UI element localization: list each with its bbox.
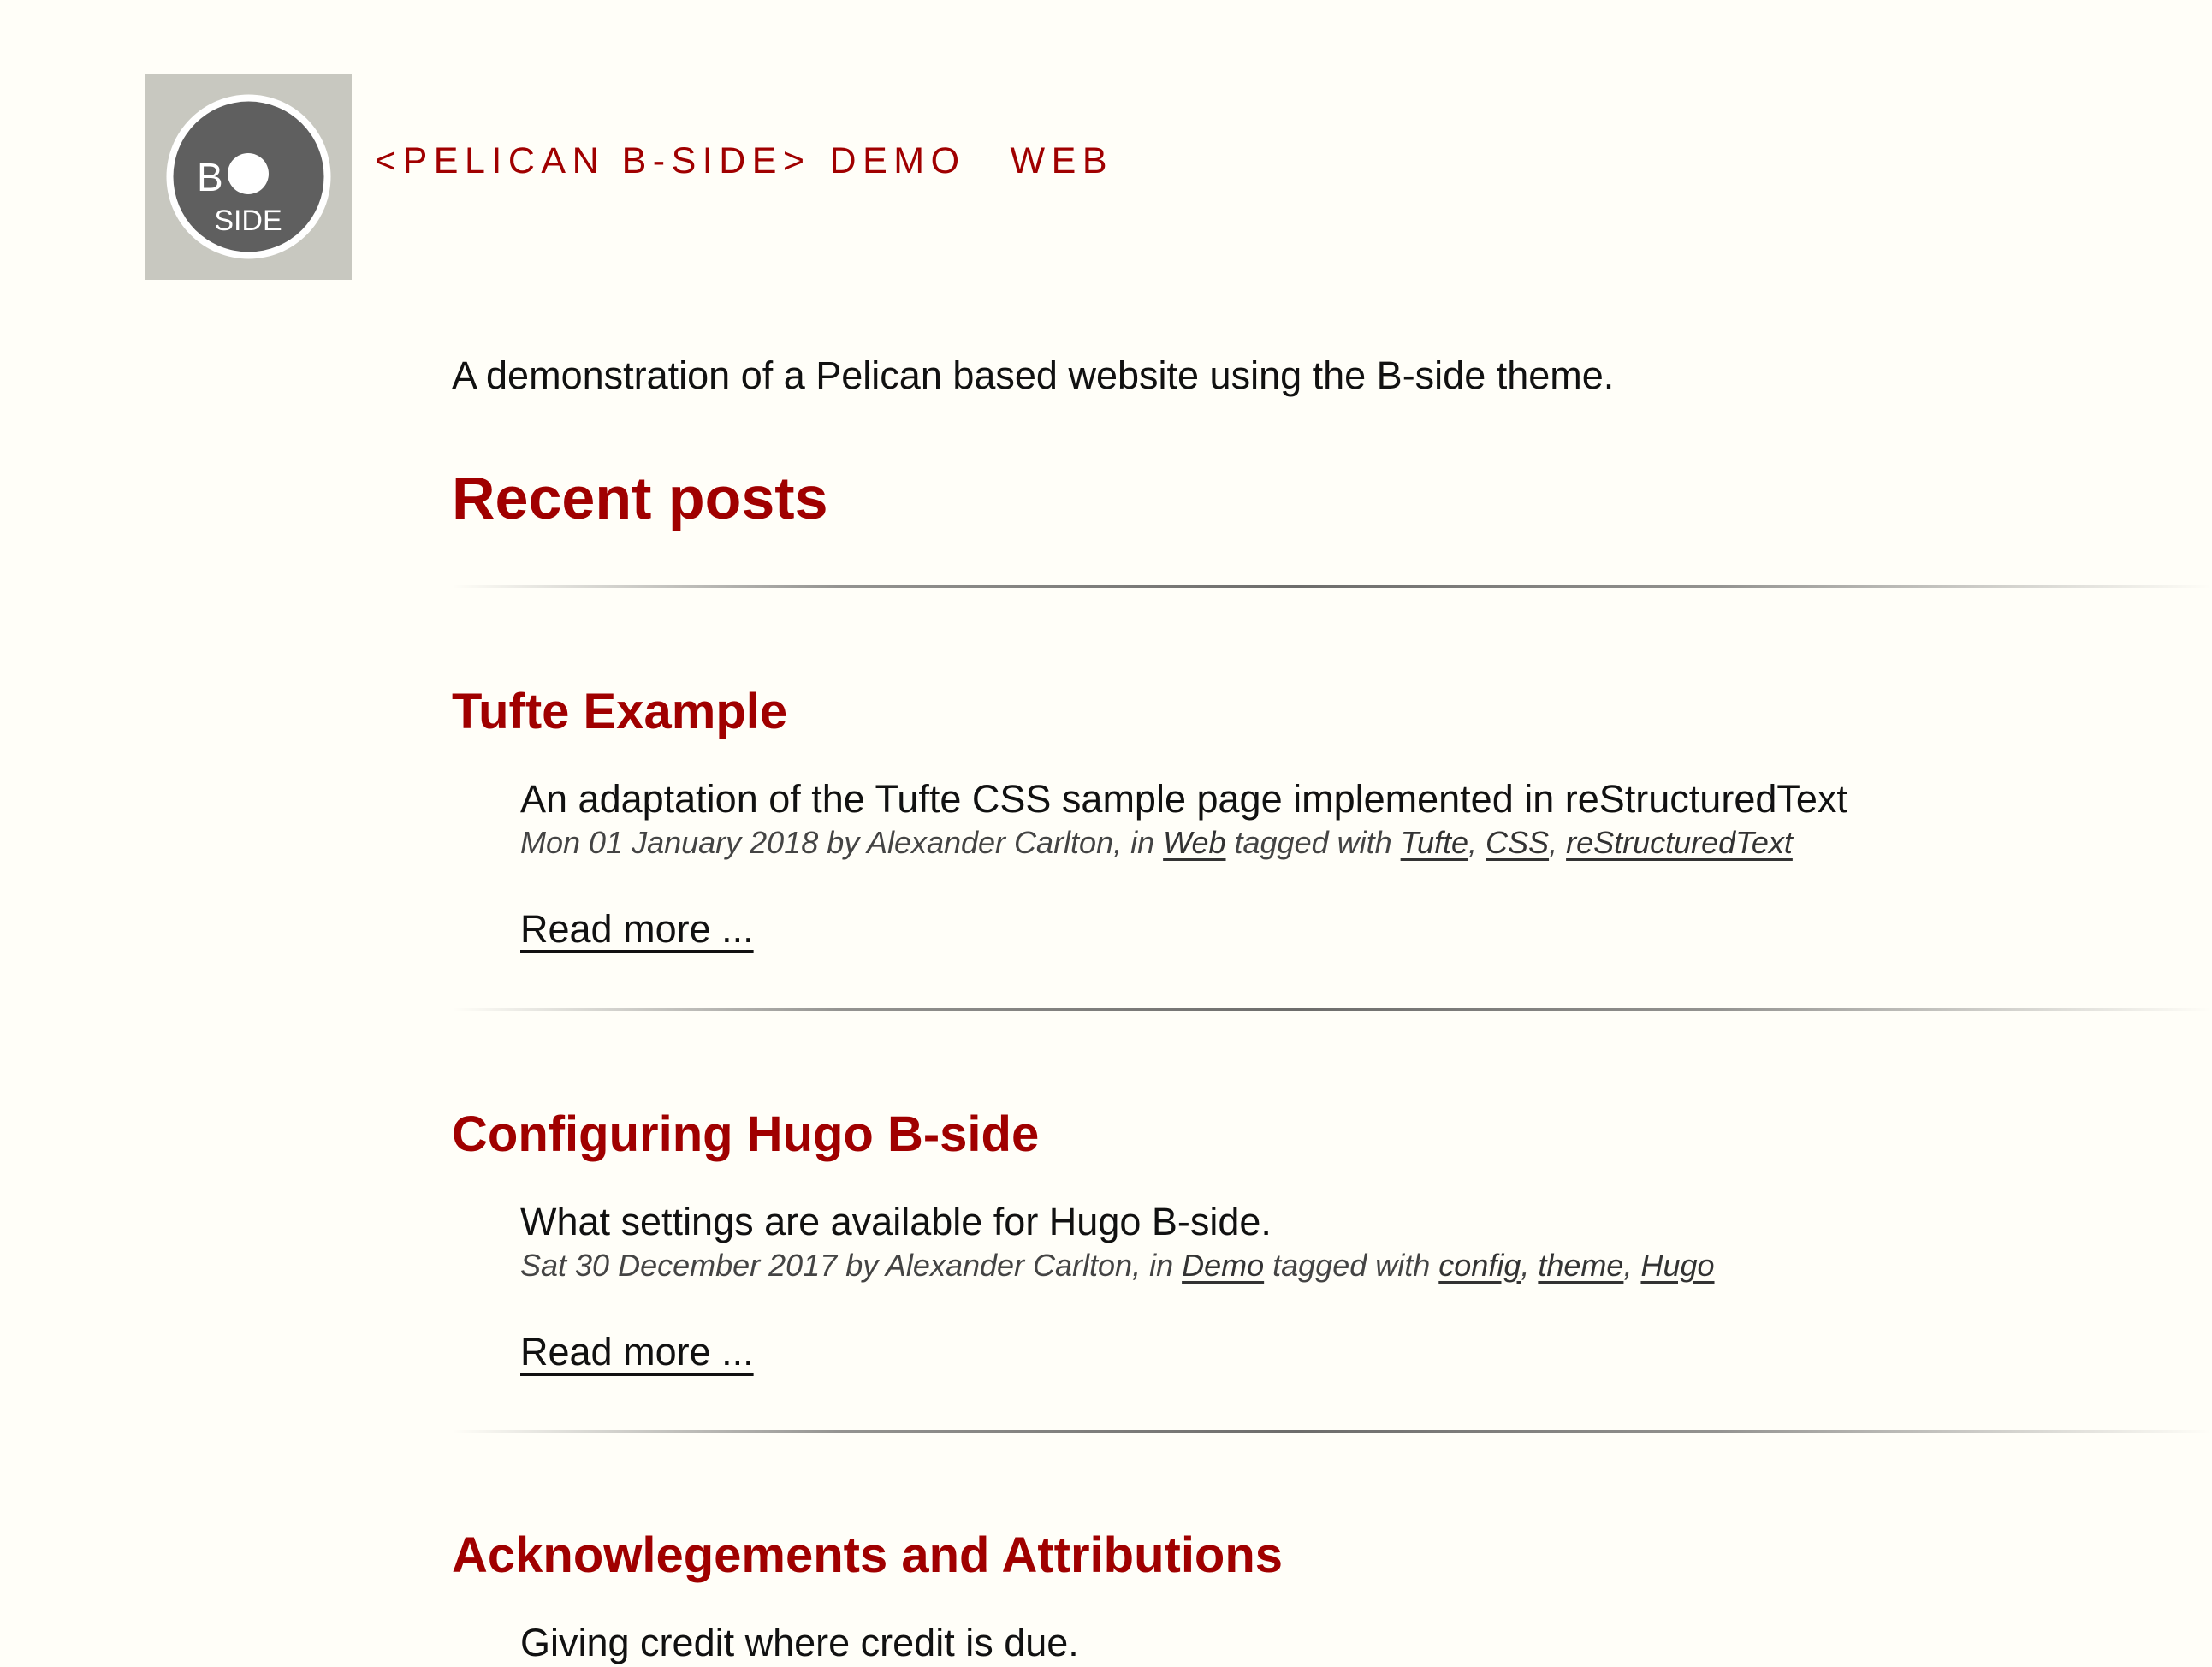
nav-item-demo[interactable]: DEMO: [830, 140, 966, 182]
post-title-link[interactable]: Acknowlegements and Attributions: [452, 1528, 1283, 1583]
site-logo[interactable]: B SIDE: [145, 74, 352, 280]
post-tag-link[interactable]: config: [1438, 1248, 1521, 1283]
post-tagged-text: tagged with: [1225, 825, 1401, 860]
nav-item-web[interactable]: WEB: [1011, 140, 1113, 182]
post-tag-link[interactable]: theme: [1538, 1248, 1623, 1283]
post-summary: Giving credit where credit is due.: [520, 1621, 1079, 1664]
post-item: Acknowlegements and Attributions Giving …: [452, 1523, 2163, 1667]
post-item: Configuring Hugo B-side What settings ar…: [452, 1102, 2163, 1376]
b-side-logo-icon: B SIDE: [166, 94, 331, 259]
post-title-link[interactable]: Configuring Hugo B-side: [452, 1106, 1039, 1162]
post-byline: by Alexander Carlton, in: [818, 825, 1164, 860]
post-summary: What settings are available for Hugo B-s…: [520, 1200, 1272, 1243]
post-meta: Mon 01 January 2018 by Alexander Carlton…: [520, 825, 1793, 860]
post-title: Configuring Hugo B-side: [452, 1102, 2163, 1167]
divider: [452, 1008, 2212, 1011]
divider: [452, 585, 2212, 588]
post-tag-link[interactable]: CSS: [1486, 825, 1549, 860]
post-date: Sat 30 December 2017: [520, 1248, 838, 1283]
logo-word: SIDE: [214, 205, 282, 237]
post-tag-link[interactable]: Tufte: [1401, 825, 1468, 860]
post-body: Giving credit where credit is due.: [520, 1619, 2163, 1667]
post-tagged-text: tagged with: [1264, 1248, 1439, 1283]
post-meta: Sat 30 December 2017 by Alexander Carlto…: [520, 1248, 1715, 1283]
nav-brand-link[interactable]: <PELICAN B-SIDE>: [375, 140, 811, 182]
site-tagline: A demonstration of a Pelican based websi…: [452, 353, 1615, 397]
read-more-link[interactable]: Read more ...: [520, 905, 754, 953]
post-item: Tufte Example An adaptation of the Tufte…: [452, 679, 2163, 953]
site-nav: <PELICAN B-SIDE> DEMO WEB: [375, 137, 1113, 185]
post-title-link[interactable]: Tufte Example: [452, 684, 787, 739]
read-more-link[interactable]: Read more ...: [520, 1328, 754, 1376]
post-category-link[interactable]: Web: [1163, 825, 1225, 860]
post-tag-link[interactable]: reStructuredText: [1566, 825, 1793, 860]
post-body: What settings are available for Hugo B-s…: [520, 1198, 2163, 1376]
post-category-link[interactable]: Demo: [1182, 1248, 1264, 1283]
post-summary: An adaptation of the Tufte CSS sample pa…: [520, 777, 1847, 821]
section-title: Recent posts: [452, 465, 828, 531]
post-tag-link[interactable]: Hugo: [1640, 1248, 1714, 1283]
logo-letter: B: [197, 155, 223, 199]
post-date: Mon 01 January 2018: [520, 825, 819, 860]
post-title: Tufte Example: [452, 679, 2163, 745]
divider: [452, 1430, 2212, 1433]
post-byline: by Alexander Carlton, in: [837, 1248, 1183, 1283]
post-body: An adaptation of the Tufte CSS sample pa…: [520, 775, 2163, 953]
post-title: Acknowlegements and Attributions: [452, 1523, 2163, 1588]
